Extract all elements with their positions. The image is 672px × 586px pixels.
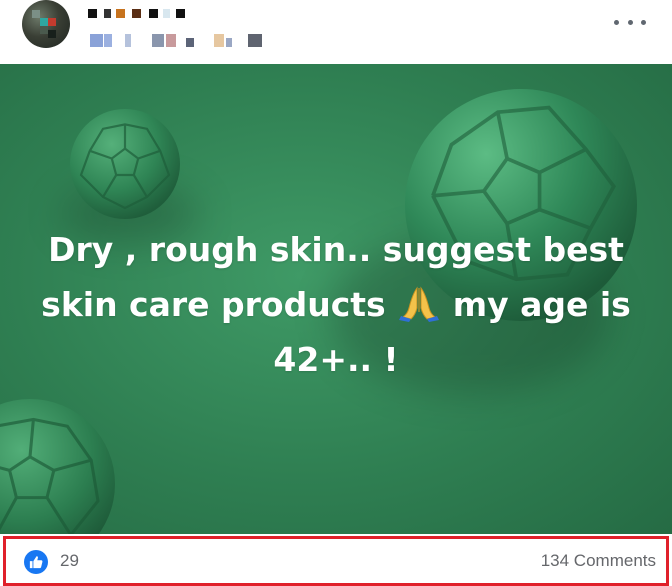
post-text-line: skin care products my age is bbox=[20, 277, 652, 332]
soccer-ball-image bbox=[70, 109, 180, 219]
folded-hands-icon bbox=[399, 286, 440, 322]
dot-icon bbox=[614, 19, 619, 25]
soccer-ball-image bbox=[0, 399, 115, 534]
post-text: Dry , rough skin.. suggest best skin car… bbox=[20, 222, 652, 387]
more-options-button[interactable] bbox=[614, 12, 646, 32]
comments-count-link[interactable]: 134 Comments bbox=[541, 551, 656, 571]
post-background-image[interactable]: Dry , rough skin.. suggest best skin car… bbox=[0, 64, 672, 534]
dot-icon bbox=[627, 19, 633, 25]
post-text-segment: skin care products bbox=[41, 285, 386, 324]
post-text-line: 42+.. ! bbox=[273, 340, 399, 379]
like-icon[interactable] bbox=[24, 550, 48, 574]
post-text-line: Dry , rough skin.. suggest best bbox=[48, 230, 624, 269]
dot-icon bbox=[641, 19, 646, 25]
avatar[interactable] bbox=[22, 0, 70, 48]
reactions-bar: 29 134 Comments bbox=[3, 536, 669, 586]
post-text-segment: my age is bbox=[452, 285, 631, 324]
post-header bbox=[0, 0, 672, 64]
like-count[interactable]: 29 bbox=[60, 551, 79, 571]
